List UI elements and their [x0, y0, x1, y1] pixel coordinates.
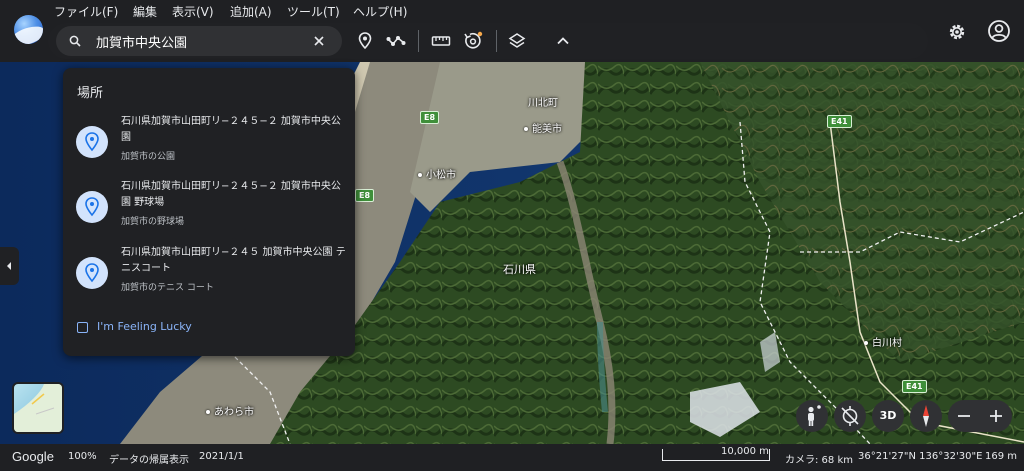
search-input[interactable] — [96, 29, 296, 53]
place-label-awara[interactable]: あわら市 — [206, 403, 254, 418]
scale-label: 10,000 m — [721, 446, 769, 457]
elevation-readout: 169 m — [985, 451, 1018, 462]
street-view-pegman-button[interactable] — [796, 400, 828, 432]
menu-help[interactable]: ヘルプ(H) — [353, 3, 407, 20]
path-icon[interactable] — [386, 31, 406, 51]
dice-icon — [77, 322, 88, 333]
minimap-terrain — [14, 384, 62, 432]
menu-view[interactable]: 表示(V) — [172, 3, 214, 20]
coordinates-readout: 36°21'27"N 136°32'30"E — [858, 451, 983, 462]
minimap[interactable] — [12, 382, 64, 434]
camera-altitude: カメラ: 68 km — [785, 455, 853, 466]
imagery-date: 2021/1/1 — [199, 451, 244, 462]
layers-icon[interactable] — [507, 31, 527, 51]
google-logo: Google — [12, 449, 54, 464]
reset-tilt-button[interactable] — [834, 400, 866, 432]
result-title: 石川県加賀市山田町リ−２４５−２ 加賀市中央公園 野球場 — [121, 181, 341, 208]
caret-left-icon — [7, 262, 11, 270]
menu-tools[interactable]: ツール(T) — [287, 3, 340, 20]
status-bar: Google 100% データの帰属表示 2021/1/1 カメラ: 68 km… — [0, 444, 1024, 471]
chevron-up-icon[interactable] — [553, 31, 573, 51]
zoom-percent: 100% — [68, 451, 97, 462]
place-label-kawakita[interactable]: 川北町 — [528, 94, 558, 109]
toolbar-divider — [418, 30, 419, 52]
route-shield-e41: E41 — [902, 380, 927, 393]
search-results-dropdown: 場所 石川県加賀市山田町リ−２４５−２ 加賀市中央公園 加賀市の公園 石川県加賀… — [63, 68, 355, 356]
feeling-lucky-label: I'm Feeling Lucky — [97, 320, 192, 333]
route-shield-e8: E8 — [420, 111, 440, 124]
place-pin-icon[interactable] — [355, 31, 375, 51]
zoom-in-icon[interactable] — [980, 400, 1012, 432]
result-pin-icon — [76, 126, 108, 158]
search-icon — [69, 35, 81, 47]
results-heading: 場所 — [77, 86, 104, 101]
place-label-shirakawa[interactable]: 白川村 — [864, 334, 902, 349]
place-label-komatsu[interactable]: 小松市 — [418, 166, 456, 181]
menu-edit[interactable]: 編集 — [133, 3, 157, 20]
compass-button[interactable] — [910, 400, 942, 432]
toggle-3d-button[interactable]: 3D — [872, 400, 904, 432]
result-subtitle: 加賀市のテニス コート — [121, 283, 214, 293]
toggle-3d-label: 3D — [879, 409, 897, 422]
account-icon[interactable] — [987, 19, 1011, 43]
zoom-out-icon[interactable] — [948, 400, 980, 432]
toolbar-divider — [496, 30, 497, 52]
search-result-item[interactable]: 石川県加賀市山田町リ−２４５ 加賀市中央公園 テニスコート 加賀市のテニス コー… — [63, 245, 355, 309]
menu-file[interactable]: ファイル(F) — [54, 3, 118, 20]
result-title: 石川県加賀市山田町リ−２４５−２ 加賀市中央公園 — [121, 116, 341, 143]
route-shield-e8: E8 — [355, 189, 375, 202]
place-label-ishikawa[interactable]: 石川県 — [503, 261, 536, 277]
timelapse-icon[interactable] — [463, 31, 483, 51]
result-subtitle: 加賀市の公園 — [121, 152, 176, 162]
result-pin-icon — [76, 191, 108, 223]
close-icon[interactable] — [312, 34, 326, 48]
compass-icon — [923, 405, 929, 427]
zoom-controls — [948, 400, 1012, 432]
pegman-icon — [808, 405, 821, 426]
gear-icon[interactable] — [946, 21, 968, 43]
result-pin-icon — [76, 257, 108, 289]
google-earth-logo[interactable] — [14, 15, 43, 44]
sidebar-toggle-button[interactable] — [0, 247, 19, 285]
data-attribution-link[interactable]: データの帰属表示 — [109, 451, 189, 466]
result-title: 石川県加賀市山田町リ−２４５ 加賀市中央公園 テニスコート — [121, 247, 346, 274]
search-result-item[interactable]: 石川県加賀市山田町リ−２４５−２ 加賀市中央公園 加賀市の公園 — [63, 114, 355, 178]
ruler-icon[interactable] — [431, 31, 451, 51]
menu-add[interactable]: 追加(A) — [230, 3, 272, 20]
result-subtitle: 加賀市の野球場 — [121, 217, 185, 227]
route-shield-e41: E41 — [827, 115, 852, 128]
tilt-icon — [841, 406, 859, 426]
search-result-item[interactable]: 石川県加賀市山田町リ−２４５−２ 加賀市中央公園 野球場 加賀市の野球場 — [63, 179, 355, 243]
place-label-nomi[interactable]: 能美市 — [524, 120, 562, 135]
